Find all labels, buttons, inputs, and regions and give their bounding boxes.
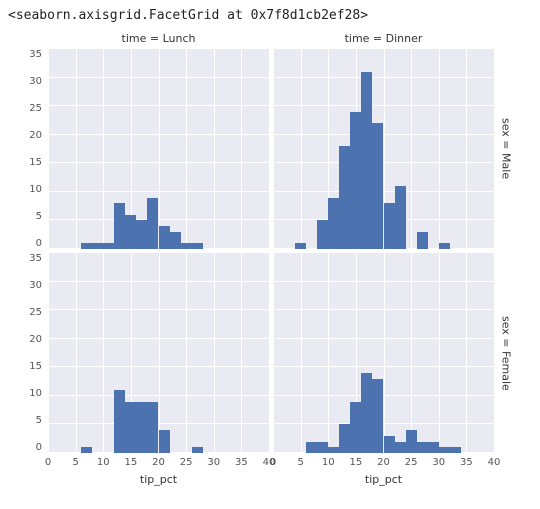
histogram-bar [450, 447, 462, 453]
histogram-bar [159, 430, 171, 453]
histogram-bar [395, 186, 407, 249]
x-axis-col1: 0510152025303540 tip_pct [46, 455, 271, 489]
col-title-dinner: time = Dinner [271, 29, 496, 47]
hist-male-dinner [273, 49, 494, 249]
y-axis-row1: 35302520151050 [8, 47, 46, 251]
row-title-female: sex = Female [496, 251, 516, 455]
facetgrid-repr: <seaborn.axisgrid.FacetGrid at 0x7f8d1cb… [8, 8, 532, 23]
hist-female-lunch [48, 253, 269, 453]
hist-male-lunch [48, 49, 269, 249]
facet-grid: time = Lunch time = Dinner 3530252015105… [8, 29, 516, 489]
x-axis-col2: 0510152025303540 tip_pct [271, 455, 496, 489]
y-axis-row2: 35302520151050 [8, 251, 46, 455]
hist-female-dinner [273, 253, 494, 453]
histogram-bar [81, 447, 93, 453]
row-title-male: sex = Male [496, 47, 516, 251]
col-title-lunch: time = Lunch [46, 29, 271, 47]
histogram-bar [417, 232, 429, 249]
x-label: tip_pct [273, 473, 494, 486]
histogram-bar [192, 243, 204, 249]
histogram-bar [439, 243, 451, 249]
histogram-bar [192, 447, 204, 453]
x-label: tip_pct [48, 473, 269, 486]
histogram-bar [295, 243, 307, 249]
